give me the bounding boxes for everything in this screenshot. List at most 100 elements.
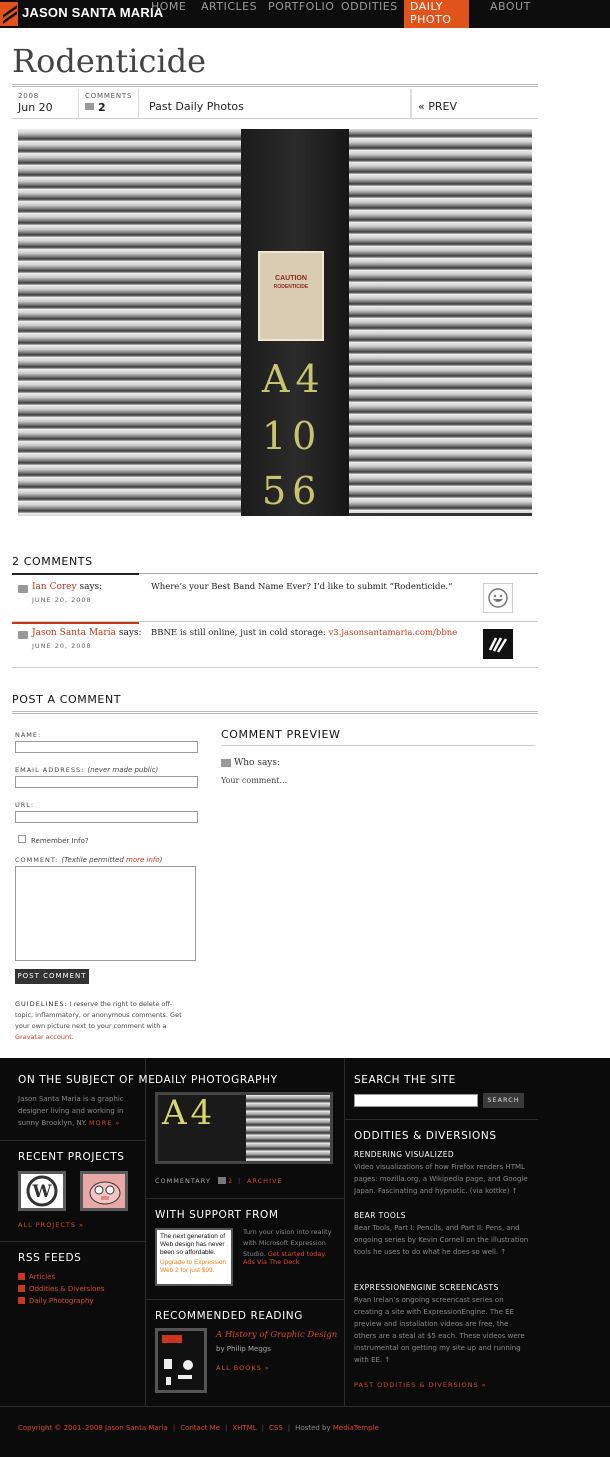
rss-label: Daily Photography [29, 1297, 94, 1305]
name-field[interactable] [15, 741, 198, 753]
nav-articles[interactable]: ARTICLES [195, 0, 263, 28]
projects-heading: RECENT PROJECTS [18, 1151, 125, 1163]
search-input[interactable] [354, 1094, 478, 1107]
search-heading: SEARCH THE SITE [354, 1074, 456, 1086]
remember-checkbox[interactable] [18, 835, 26, 843]
daily-photo-thumbnail[interactable]: A4 [155, 1092, 333, 1164]
ad-offer: Upgrade to Expression Web 2 for just $99… [160, 1259, 227, 1274]
gravatar-link[interactable]: Gravatar account [15, 1033, 72, 1041]
author-comment-accent [12, 622, 139, 624]
ad-line: The next generation of [160, 1233, 226, 1240]
footer-divider [145, 1058, 146, 1406]
nav-home[interactable]: HOME [145, 0, 192, 28]
comment-body: Where’s your Best Band Name Ever? I’d li… [151, 582, 453, 592]
rss-icon [18, 1273, 25, 1280]
email-label: EMAIL ADDRESS: (never made public) [15, 766, 158, 774]
preview-divider [221, 745, 535, 746]
rss-icon [18, 1297, 25, 1304]
subject-heading: ON THE SUBJECT OF ME [18, 1074, 156, 1086]
comment-bubble-icon [18, 585, 28, 593]
ad-banner[interactable]: The next generation of Web design has ne… [155, 1228, 233, 1286]
support-heading: WITH SUPPORT FROM [155, 1209, 279, 1221]
archive-link[interactable]: ARCHIVE [247, 1177, 283, 1185]
comment-label-text: COMMENT: [15, 856, 59, 864]
prev-link[interactable]: « PREV [418, 100, 457, 113]
post-date: 2008 Jun 20 [12, 89, 79, 119]
shutter-left [18, 129, 241, 516]
url-field[interactable] [15, 811, 198, 823]
rss-daily-photography[interactable]: Daily Photography [18, 1297, 94, 1305]
book-cover-art-icon [162, 1335, 193, 1385]
separator: | [261, 1424, 264, 1432]
comment-bubble-icon [85, 103, 94, 110]
separator: | [287, 1424, 291, 1432]
footer-divider [344, 1119, 538, 1120]
past-oddities-link[interactable]: PAST ODDITIES & DIVERSIONS » [354, 1381, 487, 1389]
shutter-right [349, 129, 532, 513]
footer-divider [0, 1406, 610, 1407]
all-books-link[interactable]: ALL BOOKS » [216, 1364, 270, 1372]
book-author: by Philip Meggs [216, 1345, 271, 1353]
email-field[interactable] [15, 776, 198, 788]
oddity-title[interactable]: EXPRESSIONENGINE SCREENCASTS [354, 1283, 499, 1292]
rss-oddities[interactable]: Oddities & Diversions [18, 1285, 105, 1293]
email-note: (never made public) [87, 766, 159, 774]
post-comment-divider [12, 711, 538, 714]
comment-bubble-icon [221, 759, 231, 767]
comment-body: BBNE is still online, just in cold stora… [151, 628, 457, 638]
all-projects-link[interactable]: ALL PROJECTS » [18, 1221, 84, 1229]
site-name[interactable]: JASON SANTA MARIA [22, 5, 163, 20]
hosted-by: Hosted by [295, 1424, 331, 1432]
comment-author[interactable]: Jason Santa Maria [32, 628, 116, 638]
book-title-link[interactable]: A History of Graphic Design [216, 1330, 337, 1340]
comment-textarea[interactable] [15, 866, 196, 961]
caution-sign: CAUTION RODENTICIDE [258, 251, 324, 341]
says-label: says: [118, 628, 142, 638]
book-cover[interactable] [155, 1328, 207, 1393]
page-title: Rodenticide [12, 42, 207, 80]
nav-daily-photo[interactable]: DAILY PHOTO [404, 0, 469, 28]
past-photos-link[interactable]: Past Daily Photos [149, 100, 244, 113]
nav-portfolio[interactable]: PORTFOLIO [262, 0, 340, 28]
wordpress-icon: W [26, 1175, 58, 1207]
post-comment-button[interactable]: POST COMMENT [15, 969, 89, 984]
mediatemple-link[interactable]: MediaTemple [333, 1424, 379, 1432]
commentary-count[interactable]: 2 [228, 1177, 233, 1185]
commentary-label: COMMENTARY [155, 1177, 211, 1185]
oddity-title[interactable]: BEAR TOOLS [354, 1211, 406, 1220]
guidelines-end: . [71, 1033, 74, 1041]
post-comments-count[interactable]: COMMENTS 2 [79, 89, 139, 119]
search-button[interactable]: SEARCH [483, 1093, 524, 1108]
chalk-10: 10 [262, 414, 323, 458]
comment-author[interactable]: Ian Corey [32, 582, 77, 592]
rss-articles[interactable]: Articles [18, 1273, 55, 1281]
xhtml-link[interactable]: XHTML [232, 1424, 256, 1432]
guidelines: GUIDELINES: I reserve the right to delet… [15, 999, 190, 1043]
svg-text:W: W [31, 1182, 52, 1202]
pig-icon [89, 1181, 121, 1205]
bbne-link[interactable]: v3.jasonsantamaria.com/bbne [328, 628, 457, 638]
chalk-a4: A4 [262, 357, 326, 401]
subject-text: Jason Santa Maria is a graphic designer … [18, 1093, 133, 1129]
post-comment-heading: POST A COMMENT [12, 693, 122, 706]
comment-bubble-icon [218, 1177, 226, 1184]
nav-about[interactable]: ABOUT [484, 0, 537, 28]
textile-note: (Textile permitted [61, 856, 126, 864]
logo-icon[interactable] [0, 2, 18, 26]
footer-divider [145, 1299, 344, 1300]
wordpress-project[interactable]: W [18, 1171, 66, 1211]
preview-heading: COMMENT PREVIEW [221, 728, 341, 741]
css-link[interactable]: CSS [269, 1424, 283, 1432]
separator: | [238, 1177, 242, 1185]
subject-more-link[interactable]: MORE » [89, 1119, 120, 1127]
more-info-link[interactable]: more info [126, 856, 160, 864]
footer-divider [344, 1058, 345, 1406]
footer-divider [0, 1140, 145, 1141]
contact-link[interactable]: Contact Me [180, 1424, 220, 1432]
oddity-title[interactable]: RENDERING VISUALIZED [354, 1150, 454, 1159]
pig-project[interactable] [80, 1171, 128, 1211]
ads-via-link[interactable]: Ads Via The Deck [243, 1256, 300, 1268]
nav-oddities[interactable]: ODDITIES [335, 0, 404, 28]
comment-author-line: Ian Corey says: [32, 582, 102, 592]
remember-label: Remember Info? [31, 837, 89, 845]
